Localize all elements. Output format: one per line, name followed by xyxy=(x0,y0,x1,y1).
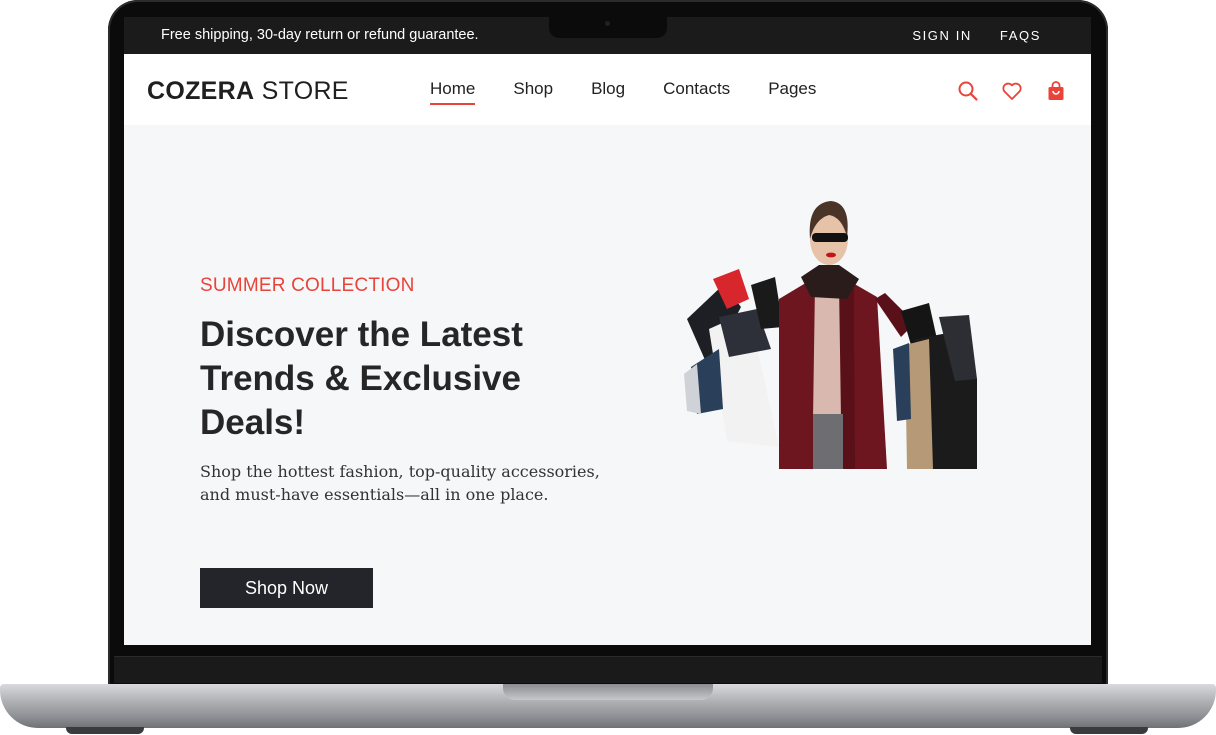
topbar-links: SIGN IN FAQS xyxy=(912,28,1041,43)
logo-bold: COZERA xyxy=(147,77,255,105)
laptop-chin xyxy=(114,656,1102,683)
sign-in-link[interactable]: SIGN IN xyxy=(912,28,972,43)
shopping-bag-icon[interactable] xyxy=(1045,80,1067,102)
screen: Free shipping, 30-day return or refund g… xyxy=(124,17,1091,645)
logo-light: STORE xyxy=(261,77,349,105)
shop-now-button[interactable]: Shop Now xyxy=(200,568,373,608)
nav-pages[interactable]: Pages xyxy=(768,79,816,105)
nav-icons xyxy=(957,80,1067,102)
faqs-link[interactable]: FAQS xyxy=(1000,28,1041,43)
nav-blog[interactable]: Blog xyxy=(591,79,625,105)
nav-menu: Home Shop Blog Contacts Pages xyxy=(430,79,816,105)
main-navbar: COZERA STORE Home Shop Blog Contacts Pag… xyxy=(124,54,1091,125)
nav-home[interactable]: Home xyxy=(430,79,476,105)
laptop-foot-left xyxy=(66,727,144,734)
promo-text: Free shipping, 30-day return or refund g… xyxy=(161,27,479,43)
hero-section: SUMMER COLLECTION Discover the Latest Tr… xyxy=(124,125,1091,645)
search-icon[interactable] xyxy=(957,80,979,102)
laptop-base-notch xyxy=(503,684,713,700)
hero-model-image xyxy=(684,201,977,469)
laptop-foot-right xyxy=(1070,727,1148,734)
hero-headline: Discover the Latest Trends & Exclusive D… xyxy=(200,315,523,442)
store-logo[interactable]: COZERA STORE xyxy=(147,77,349,106)
heart-icon[interactable] xyxy=(1001,80,1023,102)
nav-shop[interactable]: Shop xyxy=(513,79,553,105)
nav-contacts[interactable]: Contacts xyxy=(663,79,730,105)
hero-subtext: Shop the hottest fashion, top-quality ac… xyxy=(200,462,600,504)
camera-icon xyxy=(605,21,610,26)
hero-eyebrow: SUMMER COLLECTION xyxy=(200,275,415,296)
